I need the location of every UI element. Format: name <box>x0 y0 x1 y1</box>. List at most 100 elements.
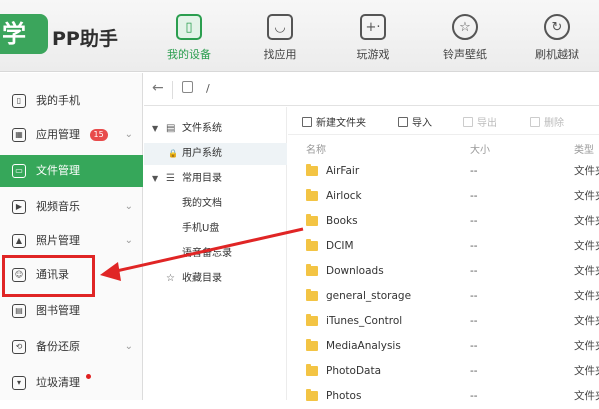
sidebar-item-label: 文件管理 <box>36 164 80 177</box>
tree-item-label: 我的文档 <box>182 198 222 209</box>
file-type: 文件夹 <box>574 265 599 277</box>
list-icon: ☰ <box>166 173 175 184</box>
tree-item-label: 语音备忘录 <box>182 248 232 259</box>
chevron-down-icon[interactable]: ⌄ <box>125 191 133 223</box>
file-list-pane: 新建文件夹 导入 导出 删除 名称 大小 类型 AirFair -- 文件夹 Air… <box>288 107 599 402</box>
sidebar-item-label: 应用管理 <box>36 128 80 141</box>
file-size: -- <box>470 215 478 227</box>
file-size: -- <box>470 190 478 202</box>
column-header-type[interactable]: 类型 <box>574 141 594 156</box>
folder-icon <box>306 164 318 176</box>
file-name: iTunes_Control <box>326 315 403 327</box>
file-name: AirFair <box>326 165 360 177</box>
star-icon: ☆ <box>452 14 478 40</box>
sidebar-item-video-music[interactable]: ▶ 视频音乐 ⌄ <box>0 191 143 223</box>
tree-item-phone-udisk[interactable]: 手机U盘 <box>144 218 287 240</box>
refresh-icon: ↻ <box>544 14 570 40</box>
file-type: 文件夹 <box>574 165 599 177</box>
expand-icon[interactable]: ▼ <box>152 118 158 140</box>
lock-icon: 🔒 <box>168 149 178 158</box>
tree-item-voice-memos[interactable]: 语音备忘录 <box>144 243 287 265</box>
file-row[interactable]: MediaAnalysis -- 文件夹 <box>288 334 599 359</box>
lock-icon <box>182 81 193 93</box>
sidebar: ▯ 我的手机 ▦ 应用管理 15 ⌄ ▭ 文件管理 ▶ 视频音乐 ⌄ ▲ 照片管… <box>0 73 143 400</box>
trash-icon: ▾ <box>12 376 26 390</box>
folder-icon <box>306 289 318 301</box>
folder-icon <box>306 339 318 351</box>
sidebar-item-backup-restore[interactable]: ⟲ 备份还原 ⌄ <box>0 331 143 363</box>
nav-my-device[interactable]: ▯ 我的设备 <box>146 10 232 66</box>
file-size: -- <box>470 240 478 252</box>
file-size: -- <box>470 315 478 327</box>
chevron-down-icon[interactable]: ⌄ <box>125 119 133 151</box>
nav-flash-jailbreak[interactable]: ↻ 刷机越狱 <box>514 10 599 66</box>
tree-item-common-dirs[interactable]: ▼ ☰ 常用目录 <box>144 168 287 190</box>
back-arrow-icon[interactable]: ← <box>152 80 164 96</box>
sidebar-item-junk-cleanup[interactable]: ▾ 垃圾清理 <box>0 367 143 399</box>
file-row[interactable]: Airlock -- 文件夹 <box>288 184 599 209</box>
sidebar-item-label: 照片管理 <box>36 234 80 247</box>
file-size: -- <box>470 365 478 377</box>
divider <box>172 81 173 99</box>
folder-icon <box>306 264 318 276</box>
file-type: 文件夹 <box>574 215 599 227</box>
tree-item-label: 用户系统 <box>182 148 222 159</box>
annotation-highlight-box <box>2 255 95 297</box>
sidebar-item-book-management[interactable]: ▤ 图书管理 <box>0 295 143 327</box>
nav-find-apps[interactable]: ◡ 找应用 <box>237 10 323 66</box>
file-type: 文件夹 <box>574 365 599 377</box>
expand-icon[interactable]: ▼ <box>152 168 158 190</box>
nav-label: 铃声壁纸 <box>443 48 487 61</box>
file-toolbar: 新建文件夹 导入 导出 删除 <box>288 107 599 135</box>
tree-item-user-system[interactable]: 🔒 用户系统 <box>144 143 287 165</box>
file-row[interactable]: AirFair -- 文件夹 <box>288 159 599 184</box>
video-icon: ▶ <box>12 200 26 214</box>
delete-button[interactable]: 删除 <box>530 114 564 129</box>
book-icon: ▤ <box>12 304 26 318</box>
folder-icon <box>306 214 318 226</box>
file-row[interactable]: PhotoData -- 文件夹 <box>288 359 599 384</box>
tree-item-favorites[interactable]: ☆ 收藏目录 <box>144 268 287 290</box>
sidebar-item-photo-management[interactable]: ▲ 照片管理 ⌄ <box>0 225 143 257</box>
new-folder-button[interactable]: 新建文件夹 <box>302 114 366 129</box>
tree-item-file-system[interactable]: ▼ ▤ 文件系统 <box>144 118 287 140</box>
nav-ringtones[interactable]: ☆ 铃声壁纸 <box>422 10 508 66</box>
tree-item-my-documents[interactable]: 我的文档 <box>144 193 287 215</box>
column-header-name[interactable]: 名称 <box>306 141 326 156</box>
file-row[interactable]: Downloads -- 文件夹 <box>288 259 599 284</box>
export-button[interactable]: 导出 <box>463 114 497 129</box>
import-label: 导入 <box>412 118 432 129</box>
sidebar-item-app-management[interactable]: ▦ 应用管理 15 ⌄ <box>0 119 143 151</box>
file-name: Books <box>326 215 358 227</box>
file-row[interactable]: iTunes_Control -- 文件夹 <box>288 309 599 334</box>
sidebar-item-label: 视频音乐 <box>36 200 80 213</box>
chevron-down-icon[interactable]: ⌄ <box>125 225 133 257</box>
file-size: -- <box>470 290 478 302</box>
file-row[interactable]: DCIM -- 文件夹 <box>288 234 599 259</box>
import-button[interactable]: 导入 <box>398 114 432 129</box>
file-name: general_storage <box>326 290 412 302</box>
column-header-size[interactable]: 大小 <box>470 141 490 156</box>
document-icon: ▤ <box>166 123 176 134</box>
new-folder-icon <box>302 117 312 127</box>
nav-games[interactable]: +· 玩游戏 <box>330 10 416 66</box>
gamepad-icon: +· <box>360 14 386 40</box>
folder-icon <box>306 364 318 376</box>
file-row[interactable]: Books -- 文件夹 <box>288 209 599 234</box>
file-row[interactable]: general_storage -- 文件夹 <box>288 284 599 309</box>
sidebar-item-file-management[interactable]: ▭ 文件管理 <box>0 155 143 187</box>
file-row[interactable]: Photos -- 文件夹 <box>288 384 599 409</box>
tree-item-label: 常用目录 <box>182 173 222 184</box>
app-store-icon: ◡ <box>267 14 293 40</box>
folder-icon <box>306 189 318 201</box>
sidebar-item-my-phone[interactable]: ▯ 我的手机 <box>0 85 143 117</box>
chevron-down-icon[interactable]: ⌄ <box>125 331 133 363</box>
top-header: 学 PP助手 ▯ 我的设备 ◡ 找应用 +· 玩游戏 ☆ 铃声壁纸 ↻ 刷机越狱 <box>0 0 599 72</box>
file-type: 文件夹 <box>574 315 599 327</box>
sidebar-item-label: 垃圾清理 <box>36 376 80 389</box>
path-bar: ← / <box>144 73 599 106</box>
nav-label: 刷机越狱 <box>535 48 579 61</box>
photo-icon: ▲ <box>12 234 26 248</box>
nav-label: 玩游戏 <box>356 48 390 61</box>
backup-icon: ⟲ <box>12 340 26 354</box>
